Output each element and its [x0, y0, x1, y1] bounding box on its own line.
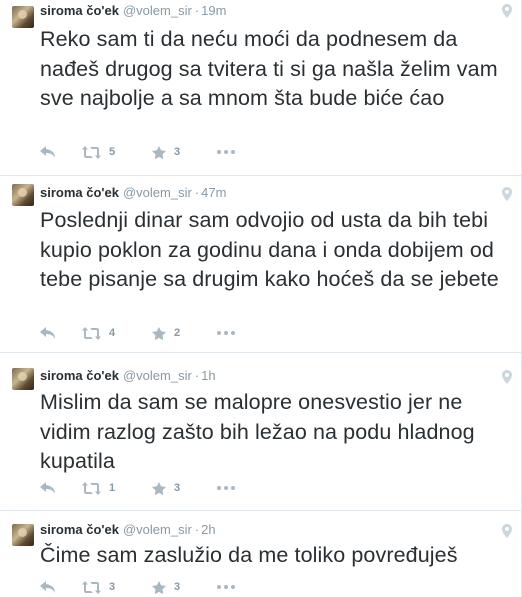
tweet-item[interactable]: siroma čo'ek @volem_sir · 2h Čime sam zaslu… — [0, 511, 522, 597]
reply-icon — [40, 327, 55, 339]
favorite-button[interactable]: 3 — [152, 145, 217, 159]
user-handle[interactable]: @volem_sir — [123, 368, 192, 383]
reply-button[interactable] — [40, 581, 82, 593]
user-name[interactable]: siroma čo'ek — [40, 368, 119, 383]
separator-dot: · — [194, 185, 200, 200]
user-avatar[interactable] — [12, 368, 34, 390]
favorite-count: 3 — [174, 581, 181, 593]
user-name[interactable]: siroma čo'ek — [40, 3, 119, 18]
more-button[interactable] — [217, 486, 247, 490]
retweet-count: 5 — [109, 146, 116, 158]
tweet-actions: 3 3 — [40, 578, 247, 596]
star-icon — [152, 145, 166, 159]
star-icon — [152, 481, 166, 495]
more-dots-icon — [217, 331, 235, 335]
tweet-actions: 5 3 — [40, 143, 247, 161]
favorite-count: 3 — [174, 482, 181, 494]
retweet-button[interactable]: 4 — [82, 326, 152, 340]
separator-dot: · — [194, 3, 200, 18]
tweet-item[interactable]: siroma čo'ek @volem_sir · 1h Mislim da sam … — [0, 353, 522, 511]
user-handle[interactable]: @volem_sir — [123, 3, 192, 18]
separator-dot: · — [194, 368, 200, 383]
retweet-button[interactable]: 5 — [82, 145, 152, 159]
retweet-icon — [82, 326, 101, 340]
tweet-feed: siroma čo'ek @volem_sir · 19m Reko sam ti d… — [0, 0, 522, 597]
user-handle[interactable]: @volem_sir — [123, 522, 192, 537]
tweet-item[interactable]: siroma čo'ek @volem_sir · 19m Reko sam ti d… — [0, 0, 522, 176]
tweet-header: siroma čo'ek @volem_sir · 47m — [40, 184, 226, 202]
tweet-text: Poslednji dinar sam odvojio od usta da b… — [40, 208, 499, 291]
star-icon — [152, 326, 166, 340]
reply-button[interactable] — [40, 327, 82, 339]
tweet-actions: 4 2 — [40, 324, 247, 342]
retweet-icon — [82, 481, 101, 495]
tweet-timestamp[interactable]: 1h — [201, 368, 215, 383]
more-dots-icon — [217, 150, 235, 154]
favorite-button[interactable]: 3 — [152, 481, 217, 495]
location-pin-icon[interactable] — [502, 524, 512, 538]
reply-icon — [40, 146, 55, 158]
reply-button[interactable] — [40, 482, 82, 494]
user-avatar[interactable] — [12, 6, 34, 28]
retweet-count: 3 — [109, 581, 116, 593]
retweet-count: 4 — [109, 327, 116, 339]
user-name[interactable]: siroma čo'ek — [40, 522, 119, 537]
retweet-button[interactable]: 3 — [82, 580, 152, 594]
more-button[interactable] — [217, 585, 247, 589]
more-dots-icon — [217, 486, 235, 490]
tweet-timestamp[interactable]: 2h — [201, 522, 215, 537]
more-dots-icon — [217, 585, 235, 589]
tweet-text: Čime sam zaslužio da me toliko povređuje… — [40, 543, 458, 567]
retweet-icon — [82, 580, 101, 594]
favorite-count: 3 — [174, 146, 181, 158]
star-icon — [152, 580, 166, 594]
reply-icon — [40, 581, 55, 593]
retweet-button[interactable]: 1 — [82, 481, 152, 495]
favorite-button[interactable]: 3 — [152, 580, 217, 594]
location-pin-icon[interactable] — [502, 370, 512, 384]
favorite-count: 2 — [174, 327, 181, 339]
user-handle[interactable]: @volem_sir — [123, 185, 192, 200]
location-pin-icon[interactable] — [502, 187, 512, 201]
reply-icon — [40, 482, 55, 494]
tweet-text: Mislim da sam se malopre onesvestio jer … — [40, 390, 475, 473]
retweet-icon — [82, 145, 101, 159]
separator-dot: · — [194, 522, 200, 537]
tweet-actions: 1 3 — [40, 479, 247, 497]
tweet-text: Reko sam ti da neću moći da podnesem da … — [40, 27, 498, 110]
user-avatar[interactable] — [12, 524, 34, 546]
tweet-timestamp[interactable]: 19m — [201, 3, 226, 18]
more-button[interactable] — [217, 331, 247, 335]
tweet-header: siroma čo'ek @volem_sir · 2h — [40, 521, 216, 539]
user-name[interactable]: siroma čo'ek — [40, 185, 119, 200]
tweet-item[interactable]: siroma čo'ek @volem_sir · 47m Poslednji din… — [0, 176, 522, 353]
tweet-timestamp[interactable]: 47m — [201, 185, 226, 200]
location-pin-icon[interactable] — [502, 4, 512, 18]
retweet-count: 1 — [109, 482, 116, 494]
favorite-button[interactable]: 2 — [152, 326, 217, 340]
more-button[interactable] — [217, 150, 247, 154]
tweet-header: siroma čo'ek @volem_sir · 19m — [40, 2, 226, 20]
user-avatar[interactable] — [12, 184, 34, 206]
reply-button[interactable] — [40, 146, 82, 158]
tweet-header: siroma čo'ek @volem_sir · 1h — [40, 367, 216, 385]
